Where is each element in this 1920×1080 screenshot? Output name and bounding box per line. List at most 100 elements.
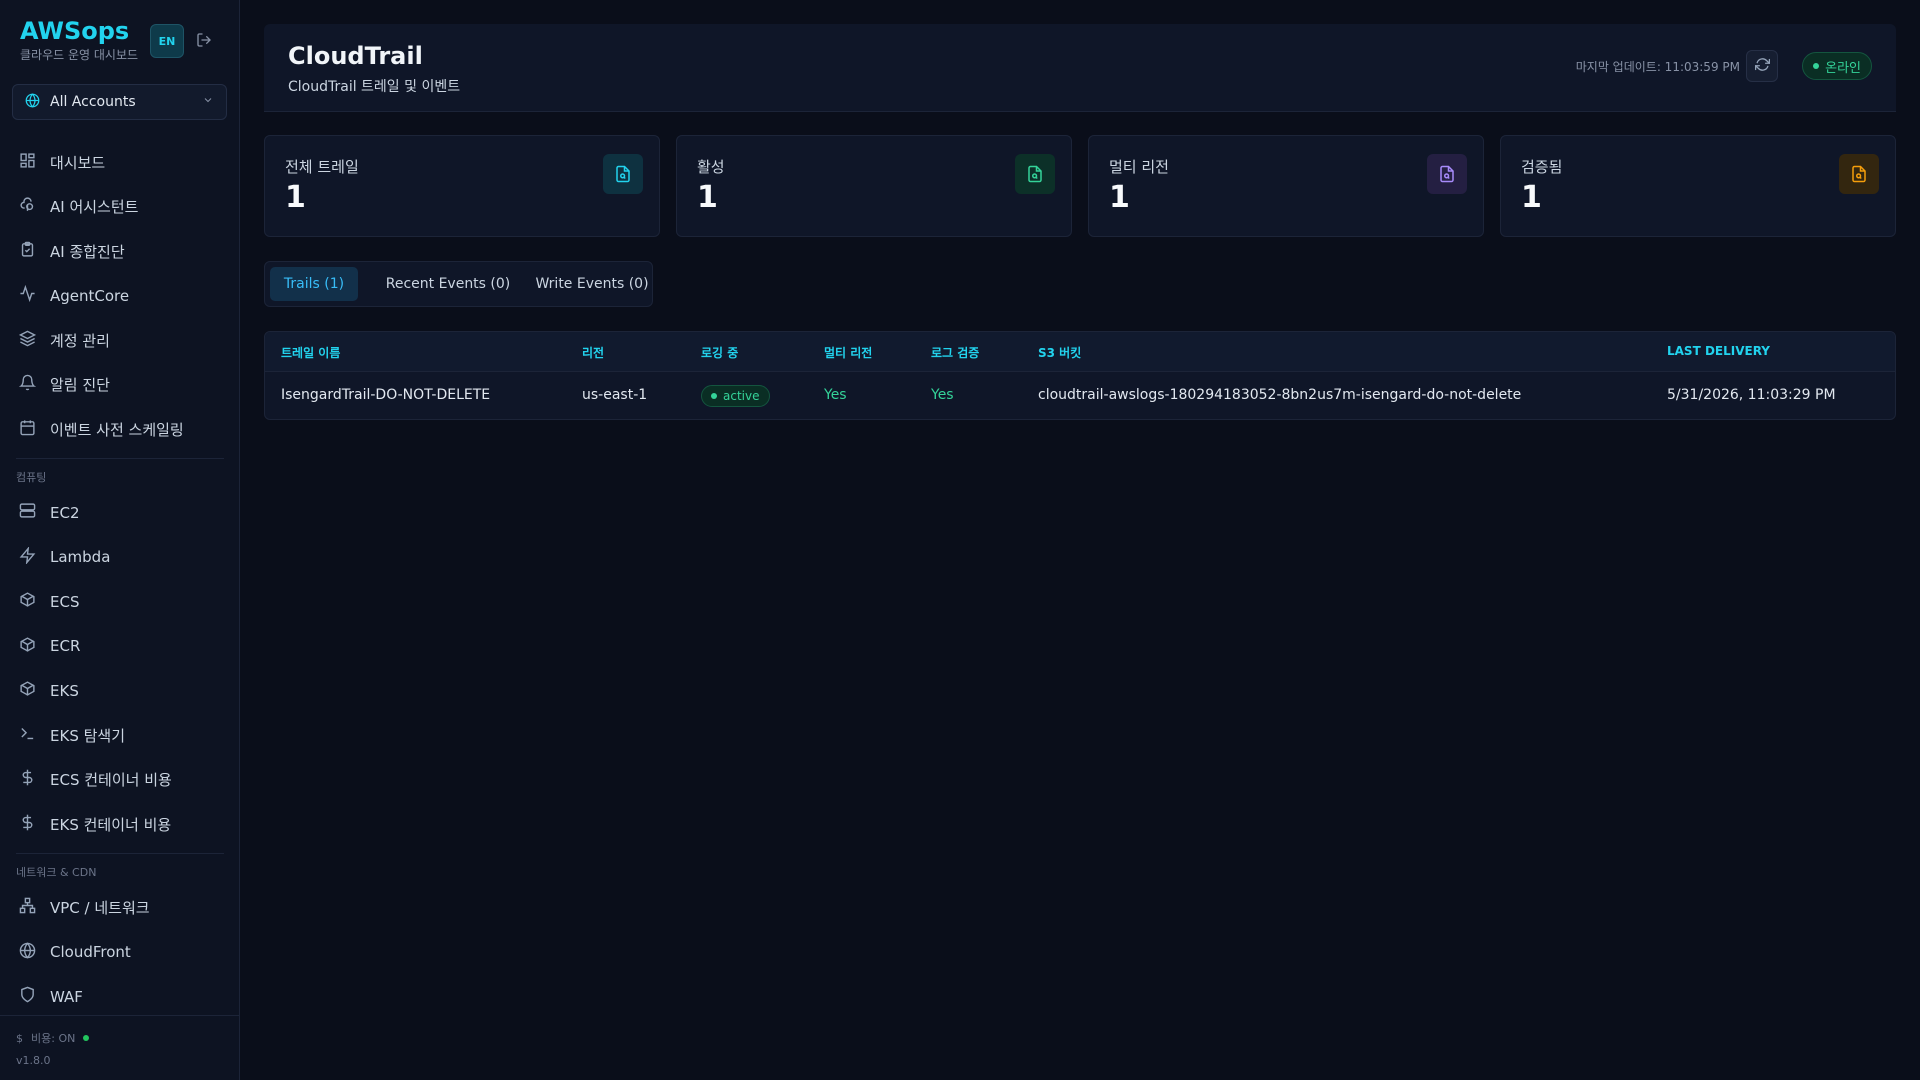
sidebar-item-label: ECS 컨테이너 비용 <box>50 771 172 790</box>
bell-icon <box>18 374 37 395</box>
sidebar-item-ecs-container-cost[interactable]: ECS 컨테이너 비용 <box>0 758 240 803</box>
nav-divider <box>16 457 224 459</box>
sidebar-item-ec2[interactable]: EC2 <box>0 491 240 536</box>
column-header-logging[interactable]: 로깅 중 <box>701 344 738 361</box>
shield-icon <box>19 986 36 1007</box>
sidebar-item-label: 계정 관리 <box>50 331 110 350</box>
column-header-last-delivery[interactable]: LAST DELIVERY <box>1667 344 1770 358</box>
file-search-icon <box>1839 154 1879 194</box>
page-header: CloudTrail CloudTrail 트레일 및 이벤트 마지막 업데이트… <box>264 24 1896 112</box>
sidebar-item-label: EKS <box>50 681 79 700</box>
brand-title[interactable]: AWSops <box>20 16 138 46</box>
calendar-icon <box>19 419 36 440</box>
sidebar-item-label: 알림 진단 <box>50 376 110 395</box>
language-toggle-button[interactable]: EN <box>150 24 184 58</box>
globe-icon <box>25 92 40 112</box>
file-search-icon <box>603 154 643 194</box>
sidebar-item-label: AI 어시스턴트 <box>50 198 139 217</box>
dashboard-icon <box>19 152 36 173</box>
brand-subtitle: 클라우드 운영 대시보드 <box>20 48 139 62</box>
clipboard-check-icon <box>19 241 36 262</box>
logging-status-label: active <box>723 389 760 403</box>
zap-icon <box>19 545 36 568</box>
sidebar-item-label: EC2 <box>50 503 80 522</box>
sidebar-item-label: ECR <box>50 637 81 656</box>
stat-label: 전체 트레일 <box>285 158 359 176</box>
dollar-icon <box>19 814 36 835</box>
status-badge-label: 온라인 <box>1825 60 1861 76</box>
stat-card-active: 활성 1 <box>676 135 1072 237</box>
sidebar-item-alert-diagnosis[interactable]: 알림 진단 <box>0 363 240 408</box>
sidebar-item-label: CloudFront <box>50 943 131 962</box>
sidebar-item-waf[interactable]: WAF <box>0 975 240 1020</box>
app-version: v1.8.0 <box>16 1054 51 1067</box>
table-header: 트레일 이름 리전 로깅 중 멀티 리전 로그 검증 S3 버킷 LAST DE… <box>265 332 1895 372</box>
last-update: 마지막 업데이트: 11:03:59 PM <box>1575 60 1740 74</box>
stat-value: 1 <box>1521 180 1542 215</box>
sidebar-item-event-prescaling[interactable]: 이벤트 사전 스케일링 <box>0 407 240 452</box>
sidebar-item-agentcore[interactable]: AgentCore <box>0 274 240 319</box>
log-validation-value: Yes <box>931 387 954 403</box>
sidebar-item-label: Lambda <box>50 548 111 567</box>
column-header-s3-bucket[interactable]: S3 버킷 <box>1038 344 1081 361</box>
sidebar-footer: $ 비용: ON v1.8.0 <box>0 1015 240 1080</box>
tab-write-events[interactable]: Write Events (0) <box>535 267 649 301</box>
column-header-region[interactable]: 리전 <box>582 344 604 361</box>
sidebar-item-label: WAF <box>50 987 83 1006</box>
column-header-multi-region[interactable]: 멀티 리전 <box>824 344 872 361</box>
dollar-icon <box>19 769 36 790</box>
file-search-icon <box>1015 154 1055 194</box>
sidebar-item-label: EKS 탐색기 <box>50 726 126 745</box>
sidebar-item-ai-diagnosis[interactable]: AI 종합진단 <box>0 229 240 274</box>
column-header-name[interactable]: 트레일 이름 <box>281 344 340 361</box>
page-title: CloudTrail <box>288 42 423 70</box>
box-icon <box>19 591 36 612</box>
sidebar-item-label: 이벤트 사전 스케일링 <box>50 420 184 439</box>
terminal-icon <box>19 725 36 746</box>
refresh-icon <box>1754 57 1770 76</box>
sidebar-item-lambda[interactable]: Lambda <box>0 535 240 580</box>
sidebar-item-label: 대시보드 <box>50 153 106 172</box>
sidebar-item-dashboard[interactable]: 대시보드 <box>0 140 240 185</box>
sidebar-item-label: VPC / 네트워크 <box>50 899 150 918</box>
sidebar-item-eks[interactable]: EKS <box>0 669 240 714</box>
trail-name: IsengardTrail-DO-NOT-DELETE <box>281 387 491 403</box>
trails-table: 트레일 이름 리전 로깅 중 멀티 리전 로그 검증 S3 버킷 LAST DE… <box>264 331 1896 420</box>
sidebar-item-ecs[interactable]: ECS <box>0 580 240 625</box>
stat-value: 1 <box>285 180 306 215</box>
brand: AWSops 클라우드 운영 대시보드 <box>20 16 138 63</box>
layers-icon <box>18 330 37 351</box>
nav-divider <box>16 852 224 854</box>
sidebar-item-accounts[interactable]: 계정 관리 <box>0 318 240 363</box>
box-icon <box>19 680 36 701</box>
tab-recent-events[interactable]: Recent Events (0) <box>366 267 530 301</box>
last-delivery-value: 5/31/2026, 11:03:29 PM <box>1667 387 1836 403</box>
account-select[interactable]: All Accounts <box>12 84 227 120</box>
server-icon <box>19 502 36 523</box>
file-search-icon <box>1427 154 1467 194</box>
stat-value: 1 <box>1109 180 1130 215</box>
sidebar-item-ai-assistant[interactable]: AI 어시스턴트 <box>0 185 240 230</box>
page-subtitle: CloudTrail 트레일 및 이벤트 <box>288 79 461 95</box>
sidebar-item-cloudfront[interactable]: CloudFront <box>0 930 240 975</box>
sidebar-item-label: AI 종합진단 <box>50 242 125 261</box>
stat-value: 1 <box>697 180 718 215</box>
ai-assistant-icon <box>19 196 36 217</box>
stats-row: 전체 트레일 1 활성 1 멀티 리전 1 검증됨 1 <box>264 135 1896 237</box>
table-row[interactable]: IsengardTrail-DO-NOT-DELETE us-east-1 ac… <box>265 372 1895 419</box>
tab-trails[interactable]: Trails (1) <box>270 267 358 301</box>
sidebar-item-vpc[interactable]: VPC / 네트워크 <box>0 886 240 931</box>
logout-icon[interactable] <box>194 30 214 50</box>
sidebar-item-eks-container-cost[interactable]: EKS 컨테이너 비용 <box>0 802 240 847</box>
nav-section-compute: 컴퓨팅 <box>16 470 47 484</box>
stat-label: 활성 <box>697 158 725 176</box>
column-header-log-validation[interactable]: 로그 검증 <box>931 344 979 361</box>
stat-card-multi-region: 멀티 리전 1 <box>1088 135 1484 237</box>
sidebar-item-eks-explorer[interactable]: EKS 탐색기 <box>0 713 240 758</box>
nav-section-network: 네트워크 & CDN <box>16 865 97 879</box>
tab-bar: Trails (1) Recent Events (0) Write Event… <box>264 261 653 307</box>
network-icon <box>19 897 36 918</box>
refresh-button[interactable] <box>1746 50 1778 82</box>
sidebar-item-ecr[interactable]: ECR <box>0 624 240 669</box>
sidebar-item-label: AgentCore <box>50 286 130 305</box>
